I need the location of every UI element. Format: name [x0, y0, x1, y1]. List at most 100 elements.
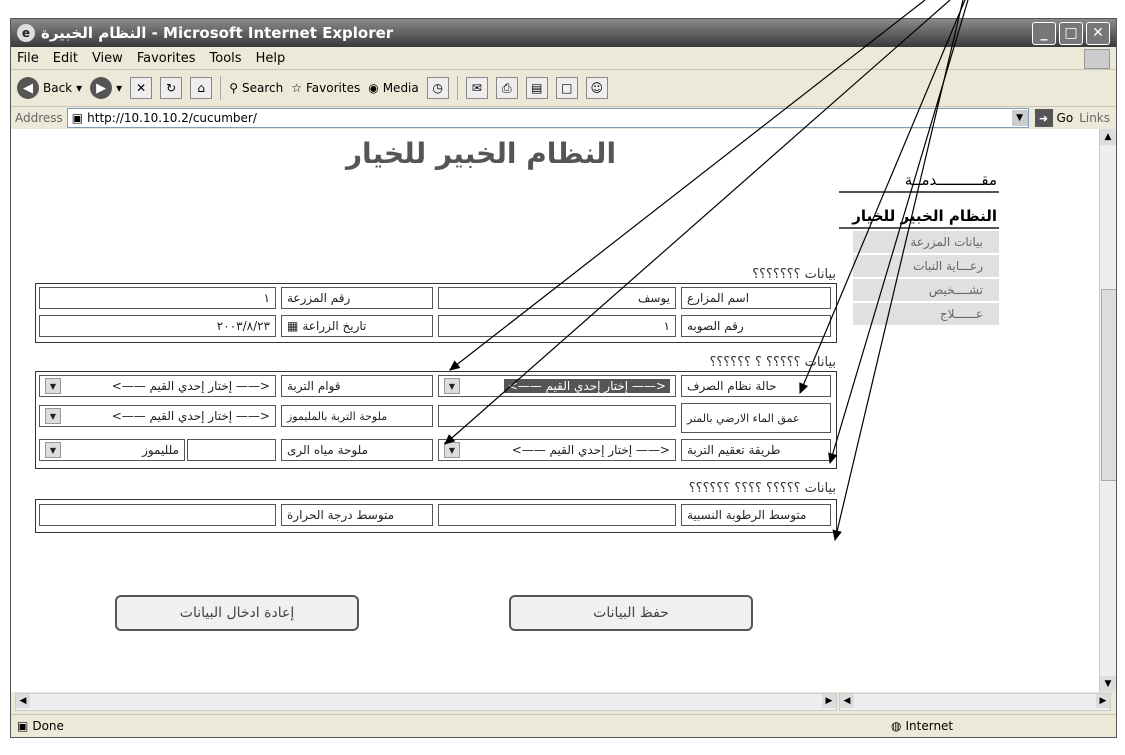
soil-texture-select[interactable]: <—— إختار إحدي القيم ——> ▼: [39, 375, 276, 397]
status-bar: ▣ Done ◍ Internet: [11, 714, 1116, 737]
sidebar-menu: مقــــــــــدمــة النظام الخبير للخيار ب…: [839, 169, 999, 325]
sidebar-item-plant-care[interactable]: رعـــاية النبات: [853, 255, 999, 277]
horizontal-scrollbar-main[interactable]: ◀ ▶: [15, 693, 837, 711]
title-bar: e النظام الخبيرة - Microsoft Internet Ex…: [11, 19, 1116, 47]
sidebar-item-treatment[interactable]: عــــــلاج: [853, 303, 999, 325]
scroll-thumb[interactable]: [1101, 289, 1116, 481]
search-icon: ⚲: [229, 81, 238, 95]
menu-tools[interactable]: Tools: [210, 51, 242, 66]
menu-view[interactable]: View: [92, 51, 123, 66]
address-bar: Address ▣ http://10.10.10.2/cucumber/ ▼ …: [11, 107, 1116, 130]
close-button[interactable]: ✕: [1086, 21, 1110, 45]
soil-sterilization-label: طريقة تعقيم التربة: [681, 439, 831, 461]
globe-icon: ◍: [891, 719, 902, 733]
toolbar: ◀ Back ▾ ▶ ▾ ✕ ↻ ⌂ ⚲ Search ☆ Favorites ◉ Medi…: [11, 70, 1116, 107]
decorative-calligraphy: [1044, 169, 1094, 689]
menu-favorites[interactable]: Favorites: [137, 51, 196, 66]
page-done-icon: ▣: [17, 719, 29, 733]
planting-date-label: تاريخ الزراعة ▦: [281, 315, 433, 337]
farm-number-field[interactable]: ١: [39, 287, 276, 309]
sidebar-system[interactable]: النظام الخبير للخيار: [839, 205, 999, 229]
edit-icon[interactable]: ▤: [525, 77, 548, 99]
links-button[interactable]: Links: [1079, 111, 1110, 125]
home-icon[interactable]: ⌂: [190, 77, 213, 99]
sidebar-item-diagnosis[interactable]: تشــــخيص: [853, 279, 999, 301]
water-depth-field[interactable]: [438, 405, 676, 427]
search-button[interactable]: ⚲ Search: [229, 81, 283, 95]
window-title-area: e النظام الخبيرة - Microsoft Internet Ex…: [17, 24, 393, 42]
menu-file[interactable]: File: [17, 51, 39, 66]
chevron-down-icon[interactable]: ▼: [45, 378, 61, 394]
messenger-icon[interactable]: ☺: [585, 77, 608, 99]
go-button[interactable]: ➜ Go: [1034, 109, 1073, 127]
address-input[interactable]: ▣ http://10.10.10.2/cucumber/ ▼: [66, 108, 1029, 128]
stop-icon[interactable]: ✕: [130, 77, 153, 99]
window-title: النظام الخبيرة - Microsoft Internet Expl…: [41, 24, 394, 42]
chevron-down-icon[interactable]: ▼: [1011, 110, 1028, 126]
scroll-down-icon[interactable]: ▼: [1100, 676, 1116, 692]
irrigation-salinity-label: ملوحة مياه الرى: [281, 439, 433, 461]
section-heading-2: بيانات ؟؟؟؟؟ ؟ ؟؟؟؟؟؟: [709, 355, 836, 370]
media-button[interactable]: ◉ Media: [368, 81, 419, 95]
farmer-name-label: اسم المزارع: [681, 287, 831, 309]
relative-humidity-label: متوسط الرطوبة النسبية: [681, 504, 831, 526]
horizontal-scrollbars: ◀ ▶ ◀ ▶: [11, 692, 1116, 711]
scroll-right-icon[interactable]: ▶: [1096, 694, 1110, 708]
status-text: Done: [32, 719, 64, 733]
go-arrow-icon: ➜: [1034, 109, 1053, 127]
save-button[interactable]: حفظ البيانات: [509, 595, 753, 631]
greenhouse-number-label: رقم الصوبه: [681, 315, 831, 337]
relative-humidity-field[interactable]: [438, 504, 676, 526]
section-heading-1: بيانات ؟؟؟؟؟؟؟: [752, 267, 836, 282]
chevron-down-icon[interactable]: ▼: [444, 442, 460, 458]
history-icon[interactable]: ◷: [426, 77, 449, 99]
sidebar-intro[interactable]: مقــــــــــدمــة: [839, 169, 999, 193]
star-icon: ☆: [291, 81, 302, 95]
page-content: النظام الخبير للخيار بيانات ؟؟؟؟؟؟؟ اسم …: [11, 129, 1116, 692]
greenhouse-number-field[interactable]: ١: [438, 315, 676, 337]
reset-button[interactable]: إعادة ادخال البيانات: [115, 595, 359, 631]
scroll-left-icon[interactable]: ◀: [840, 694, 854, 708]
chevron-down-icon[interactable]: ▼: [45, 442, 61, 458]
mail-icon[interactable]: ✉: [465, 77, 488, 99]
media-icon: ◉: [368, 81, 379, 95]
farm-number-label: رقم المزرعة: [281, 287, 433, 309]
scroll-left-icon[interactable]: ◀: [16, 694, 30, 708]
back-button[interactable]: ◀ Back ▾: [17, 77, 82, 99]
soil-texture-label: قوام التربة: [281, 375, 433, 397]
chevron-down-icon[interactable]: ▼: [45, 408, 61, 424]
favorites-button[interactable]: ☆ Favorites: [291, 81, 360, 95]
soil-salinity-select[interactable]: <—— إختار إحدي القيم ——> ▼: [39, 405, 276, 427]
minimize-button[interactable]: _: [1032, 21, 1056, 45]
farmer-name-field[interactable]: يوسف: [438, 287, 676, 309]
maximize-button[interactable]: □: [1059, 21, 1083, 45]
back-arrow-icon: ◀: [17, 77, 39, 99]
salinity-unit-select[interactable]: ملليموز ▼: [39, 439, 185, 461]
scroll-right-icon[interactable]: ▶: [822, 694, 836, 708]
water-depth-label: عمق الماء الارضي بالمتر: [681, 403, 831, 433]
browser-window: e النظام الخبيرة - Microsoft Internet Ex…: [10, 18, 1117, 738]
menu-edit[interactable]: Edit: [53, 51, 78, 66]
drainage-status-select[interactable]: <—— إختار إحدي القيم ——> ▼: [438, 375, 676, 397]
planting-date-field[interactable]: ٢٠٠٣/٨/٢٣: [39, 315, 276, 337]
print-icon[interactable]: ⎙: [495, 77, 518, 99]
vertical-scrollbar[interactable]: ▲ ▼: [1099, 129, 1116, 692]
forward-arrow-icon: ▶: [90, 77, 113, 99]
soil-salinity-label: ملوحة التربة بالمليموز: [281, 405, 433, 427]
calendar-icon[interactable]: ▦: [287, 319, 298, 333]
discuss-icon[interactable]: □: [555, 77, 578, 99]
chevron-down-icon[interactable]: ▼: [444, 378, 460, 394]
page-title: النظام الخبير للخيار: [345, 137, 617, 170]
refresh-icon[interactable]: ↻: [160, 77, 183, 99]
address-url: http://10.10.10.2/cucumber/: [87, 111, 257, 125]
menu-bar: File Edit View Favorites Tools Help: [11, 47, 1116, 70]
horizontal-scrollbar-side[interactable]: ◀ ▶: [839, 693, 1111, 711]
avg-temperature-field[interactable]: [39, 504, 276, 526]
menu-help[interactable]: Help: [256, 51, 286, 66]
soil-sterilization-select[interactable]: <—— إختار إحدي القيم ——> ▼: [438, 439, 676, 461]
scroll-up-icon[interactable]: ▲: [1100, 129, 1116, 145]
page-icon: ▣: [71, 111, 84, 125]
forward-button[interactable]: ▶ ▾: [90, 77, 122, 99]
irrigation-salinity-field[interactable]: [187, 439, 276, 461]
sidebar-item-farm-data[interactable]: بيانات المزرعة: [853, 231, 999, 253]
